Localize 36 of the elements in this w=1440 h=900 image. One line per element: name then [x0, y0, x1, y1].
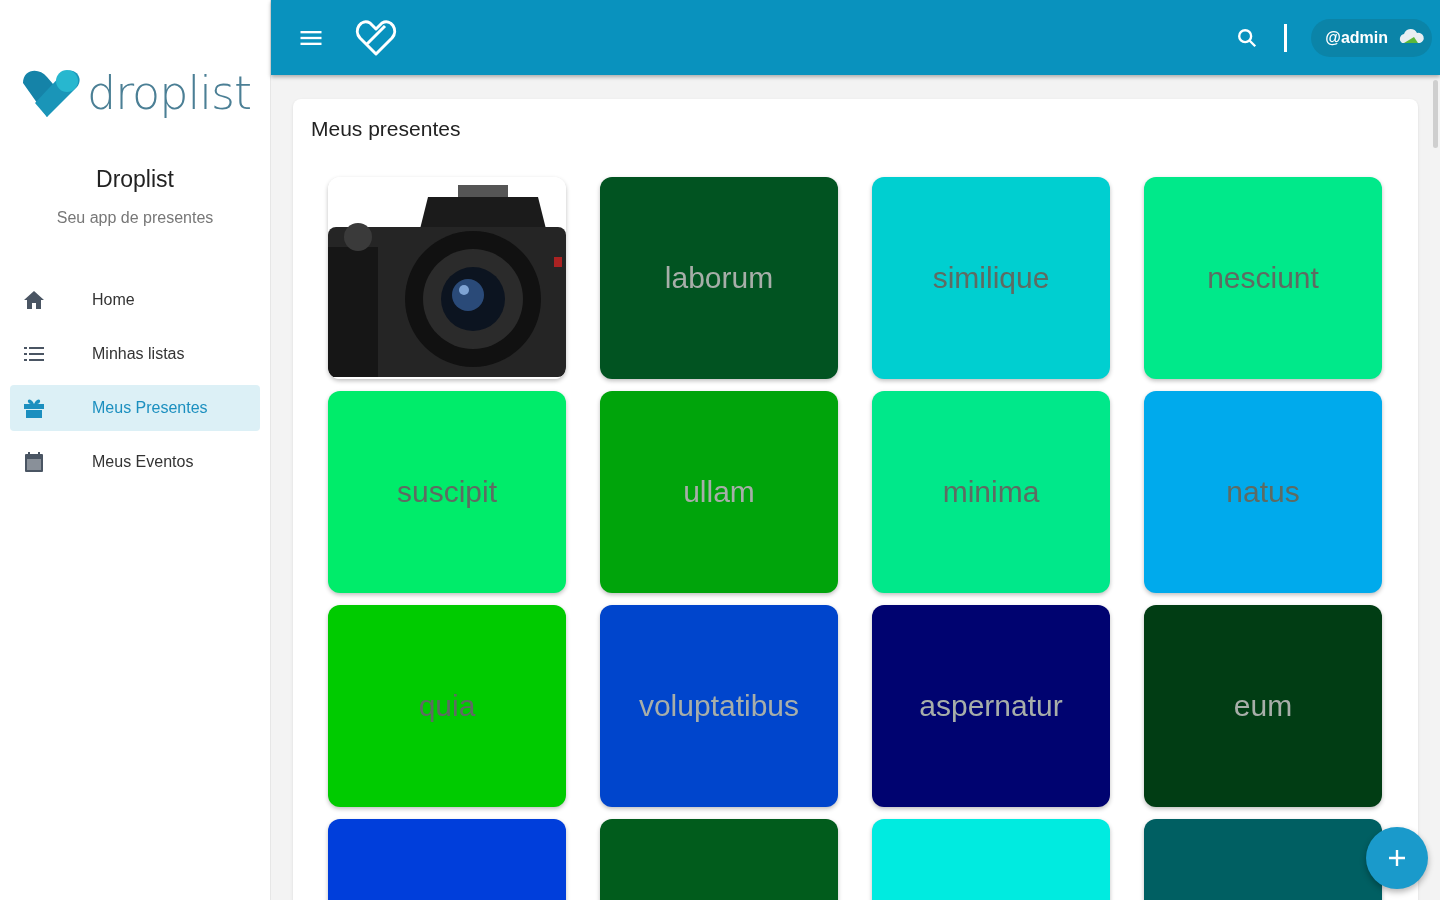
gift-name: voluptatibus	[638, 689, 800, 723]
gift-tile[interactable]: natus	[1144, 391, 1382, 593]
gift-name: minima	[942, 475, 1040, 509]
nav-item[interactable]: Home	[10, 277, 260, 323]
app-tagline: Seu app de presentes	[56, 209, 214, 227]
gift-tile[interactable]: laborum	[600, 177, 838, 379]
gift-name: laborum	[664, 261, 774, 295]
gift-name: ullam	[683, 475, 755, 509]
nav-item[interactable]: Meus Presentes	[10, 385, 260, 431]
app-name: Droplist	[96, 166, 174, 193]
home-icon	[22, 288, 46, 312]
user-menu[interactable]: @admin	[1311, 18, 1432, 57]
heart-icon[interactable]	[355, 17, 397, 58]
gift-tile[interactable]: nesciunt	[1144, 177, 1382, 379]
gift-name: aspernatur	[919, 689, 1063, 723]
search-icon[interactable]	[1236, 26, 1259, 49]
gift-tile[interactable]: voluptatibus	[600, 605, 838, 807]
gift-name: suscipit	[396, 475, 497, 509]
gift-tile[interactable]: aspernatur	[872, 605, 1110, 807]
panel-title: Meus presentes	[311, 117, 462, 141]
nav-item[interactable]: Minhas listas	[10, 331, 260, 377]
gift-tile[interactable]: similique	[872, 177, 1110, 379]
gift-tile[interactable]: minima	[872, 391, 1110, 593]
nav-item[interactable]: Meus Eventos	[10, 439, 260, 485]
gift-name: quia	[418, 689, 476, 723]
plus-icon	[1386, 847, 1408, 869]
scrollbar[interactable]	[1433, 80, 1438, 148]
gift-tile[interactable]: quia	[328, 605, 566, 807]
gift-name: similique	[932, 261, 1050, 295]
gift-tile[interactable]: eum	[1144, 605, 1382, 807]
gift-name: natus	[1226, 475, 1300, 509]
logo-text: droplist	[87, 66, 251, 120]
gift-name: nesciunt	[1207, 261, 1319, 295]
gift-tile[interactable]: suscipit	[328, 391, 566, 593]
gift-name: eum	[1233, 689, 1293, 723]
calendar-icon	[22, 450, 46, 474]
